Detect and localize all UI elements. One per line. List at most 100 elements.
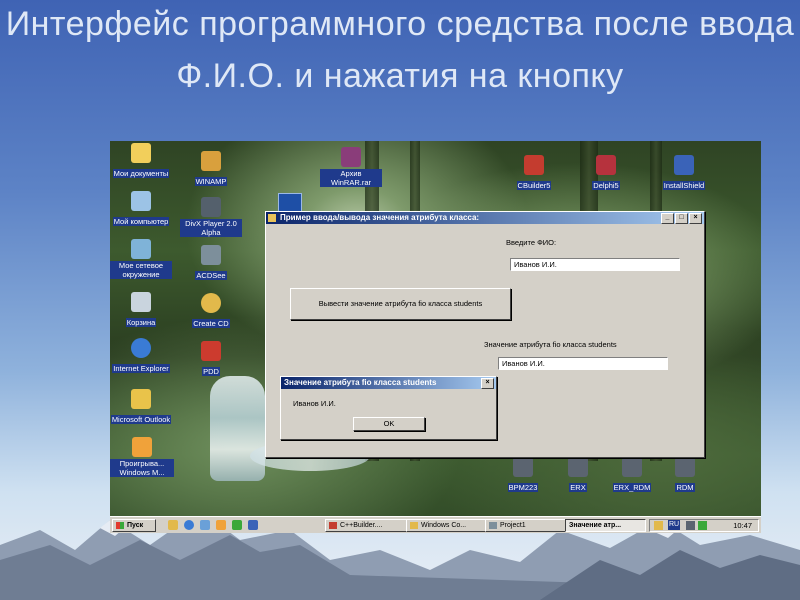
message-box-titlebar[interactable]: Значение атрибута fio класса students × xyxy=(281,377,496,389)
desktop-icon-label: InstallShield xyxy=(662,181,706,190)
acdsee-icon xyxy=(201,245,221,265)
message-text: Иванов И.И. xyxy=(293,399,336,408)
language-indicator[interactable]: RU xyxy=(668,520,681,530)
task-button-cbuilder[interactable]: C++Builder.... xyxy=(325,519,413,532)
desktop-icon-label: CBuilder5 xyxy=(516,181,552,190)
desktop-icon-divx-player[interactable]: DivX Player 2.0 Alpha xyxy=(180,197,242,240)
desktop-icon-label: BPM223 xyxy=(507,483,539,492)
waterfall xyxy=(210,376,265,481)
main-window-titlebar[interactable]: Пример ввода/вывода значения атрибута кл… xyxy=(266,212,704,224)
desktop-icon-delphi5[interactable]: Delphi5 xyxy=(575,155,637,193)
desktop-icon-create-cd[interactable]: Create CD xyxy=(180,293,242,331)
pdd-icon xyxy=(201,341,221,361)
cbuilder-icon xyxy=(524,155,544,175)
task-button-windows-commander[interactable]: Windows Co... xyxy=(406,519,488,532)
desktop-icon-my-network[interactable]: Мое сетевое окружение xyxy=(110,239,172,282)
winrar-icon xyxy=(341,147,361,167)
erx-rdm-icon xyxy=(622,457,642,477)
desktop-icon-my-computer[interactable]: Мой компьютер xyxy=(110,191,172,229)
desktop-icon-internet-explorer[interactable]: Internet Explorer xyxy=(110,338,172,376)
installshield-icon xyxy=(674,155,694,175)
start-button[interactable]: Пуск xyxy=(112,519,156,532)
commander-task-icon xyxy=(410,522,418,529)
desktop-icon-label: RDM xyxy=(675,483,695,492)
slide-title: Интерфейс программного средства после вв… xyxy=(5,5,795,95)
desktop-icon-label: Delphi5 xyxy=(592,181,620,190)
tray-app-icon[interactable] xyxy=(654,521,663,530)
desktop-icon-recycle-bin[interactable]: Корзина xyxy=(110,292,172,330)
quicklaunch-tree-icon[interactable] xyxy=(232,520,242,530)
winamp-icon xyxy=(201,151,221,171)
start-button-label: Пуск xyxy=(127,522,144,529)
task-label: Project1 xyxy=(500,522,526,529)
desktop-icon-windows-media[interactable]: Проигрыва... Windows M... xyxy=(110,437,174,480)
desktop-icon-label: Internet Explorer xyxy=(112,364,170,373)
desktop-icon-microsoft-outlook[interactable]: Microsoft Outlook xyxy=(110,389,172,427)
erx-icon xyxy=(568,457,588,477)
desktop-icon-my-documents[interactable]: Мои документы xyxy=(110,143,172,181)
quicklaunch-outlook-icon[interactable] xyxy=(200,520,210,530)
desktop-icon-pdd[interactable]: PDD xyxy=(184,341,238,379)
volume-icon[interactable] xyxy=(686,521,695,530)
message-box-title: Значение атрибута fio класса students xyxy=(284,378,437,387)
quicklaunch-media-icon[interactable] xyxy=(216,520,226,530)
desktop-icon-label: WINAMP xyxy=(194,177,228,186)
taskbar: Пуск C++Builder.... Windows Co... Projec… xyxy=(110,516,761,533)
task-label: Windows Co... xyxy=(421,522,467,529)
main-window-title: Пример ввода/вывода значения атрибута кл… xyxy=(280,213,480,222)
attribute-value-field[interactable]: Иванов И.И. xyxy=(498,357,668,370)
divx-icon xyxy=(201,197,221,217)
desktop-icon-label: ERX_RDM xyxy=(612,483,652,492)
desktop-icon-label: Create CD xyxy=(192,319,230,328)
desktop-icon-label: Архив WinRAR.rar xyxy=(320,169,382,187)
desktop-icon-label: Мои документы xyxy=(112,169,170,178)
desktop-icon-cbuilder5[interactable]: CBuilder5 xyxy=(503,155,565,193)
minimize-button[interactable]: _ xyxy=(661,213,674,224)
attribute-value-label: Значение атрибута fio класса students xyxy=(484,340,617,349)
desktop-icon-winrar-archive[interactable]: Архив WinRAR.rar xyxy=(320,147,382,190)
network-tray-icon[interactable] xyxy=(698,521,707,530)
window-icon-fragment xyxy=(278,193,302,213)
desktop-screenshot: Мои документы Мой компьютер Мое сетевое … xyxy=(110,141,761,533)
desktop-icon-label: Microsoft Outlook xyxy=(110,415,172,424)
desktop-icon-label: Мой компьютер xyxy=(112,217,170,226)
desktop-icon-label: ACDSee xyxy=(195,271,227,280)
ok-button[interactable]: OK xyxy=(353,417,425,431)
fio-input[interactable]: Иванов И.И. xyxy=(510,258,680,271)
desktop-icon-installshield[interactable]: InstallShield xyxy=(652,155,716,193)
quicklaunch-app-icon[interactable] xyxy=(248,520,258,530)
recycle-bin-icon xyxy=(131,292,151,312)
message-box: Значение атрибута fio класса students × … xyxy=(280,376,497,440)
desktop-icon-bpm223[interactable]: BPM223 xyxy=(492,457,554,495)
maximize-button[interactable]: □ xyxy=(675,213,688,224)
desktop-icon-acdsee[interactable]: ACDSee xyxy=(180,245,242,283)
cd-icon xyxy=(201,293,221,313)
rdm-icon xyxy=(675,457,695,477)
quicklaunch-desktop-icon[interactable] xyxy=(168,520,178,530)
task-button-project1[interactable]: Project1 xyxy=(485,519,571,532)
task-label: C++Builder.... xyxy=(340,522,383,529)
delphi-icon xyxy=(596,155,616,175)
app-icon xyxy=(268,214,276,222)
desktop-icon-label: PDD xyxy=(202,367,220,376)
media-player-icon xyxy=(132,437,152,457)
cbuilder-task-icon xyxy=(329,522,337,529)
close-button[interactable]: × xyxy=(689,213,702,224)
clock[interactable]: 10:47 xyxy=(733,520,752,531)
task-label: Значение атр... xyxy=(569,522,622,529)
desktop-icon-rdm[interactable]: RDM xyxy=(655,457,715,495)
computer-icon xyxy=(131,191,151,211)
task-button-message-box[interactable]: Значение атр... xyxy=(565,519,646,532)
outlook-icon xyxy=(131,389,151,409)
bpm223-icon xyxy=(513,457,533,477)
desktop-icon-label: ERX xyxy=(569,483,587,492)
quicklaunch-ie-icon[interactable] xyxy=(184,520,194,530)
desktop-icon-label: Проигрыва... Windows M... xyxy=(110,459,174,477)
windows-logo-icon xyxy=(116,522,124,529)
show-attribute-button[interactable]: Вывести значение атрибута fio класса stu… xyxy=(290,288,511,320)
project-task-icon xyxy=(489,522,497,529)
internet-explorer-icon xyxy=(131,338,151,358)
desktop-icon-winamp[interactable]: WINAMP xyxy=(180,151,242,189)
message-box-close-button[interactable]: × xyxy=(481,378,494,389)
desktop-icon-label: DivX Player 2.0 Alpha xyxy=(180,219,242,237)
